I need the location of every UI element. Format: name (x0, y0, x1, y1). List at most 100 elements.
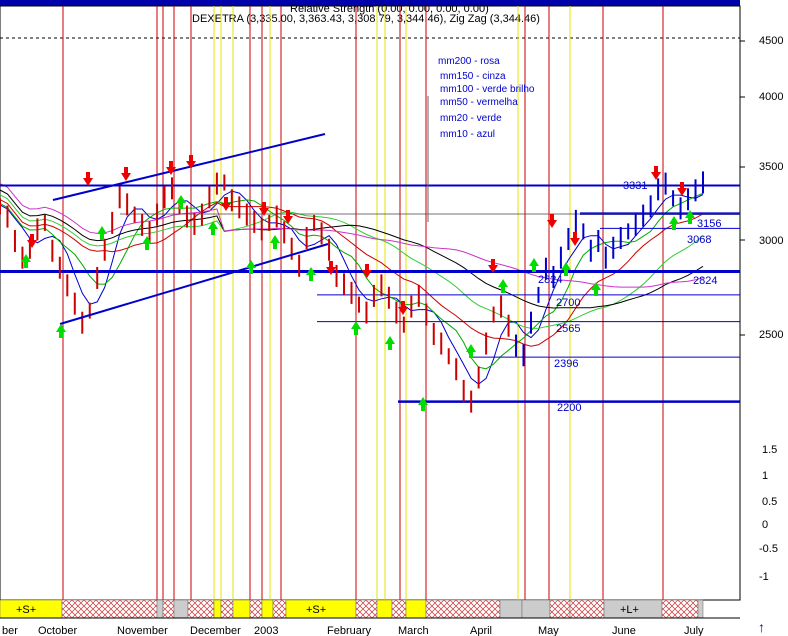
buy-arrow-icon (246, 260, 256, 268)
xtick-1: October (38, 625, 77, 636)
buy-arrow-shaft (532, 266, 536, 272)
x-axis: ber October November December 2003 Febru… (0, 617, 740, 636)
buy-arrow-shaft (100, 234, 104, 240)
level-label-2396: 2396 (554, 358, 578, 370)
signal-band-segment (156, 599, 164, 619)
signal-band-segment (661, 599, 699, 619)
buy-arrow-icon (270, 235, 280, 243)
signal-band-segment (232, 599, 251, 619)
ytick-3500: 3500 (759, 161, 783, 173)
signal-band-segment (173, 599, 189, 619)
ytick-4000: 4000 (759, 91, 783, 103)
scroll-up-arrow-icon[interactable]: ↑ (758, 619, 765, 635)
buy-arrow-shaft (501, 287, 505, 293)
signal-band-segment (213, 599, 222, 619)
buy-arrow-shaft (688, 218, 692, 224)
xtick-2: November (117, 625, 168, 636)
sell-arrow-icon (259, 208, 269, 216)
buy-arrow-icon (498, 279, 508, 287)
xtick-6: March (398, 625, 429, 636)
xtick-4: 2003 (254, 625, 278, 636)
sell-arrow-shaft (286, 210, 290, 216)
signal-band-segment (249, 599, 263, 619)
buy-arrow-shaft (179, 203, 183, 209)
sell-arrow-icon (27, 240, 37, 248)
signal-band-segment (549, 599, 571, 619)
sell-arrow-shaft (573, 232, 577, 238)
sell-arrow-shaft (654, 166, 658, 172)
buy-arrow-shaft (421, 405, 425, 411)
mm100-line (0, 194, 704, 329)
sell-arrow-shaft (550, 214, 554, 220)
sell-arrow-shaft (224, 197, 228, 203)
level-label-3331: 3331 (623, 180, 647, 192)
legend-item-mm10: mm10 - azul (440, 129, 495, 140)
chart-title: DEXETRA (3,335.00, 3,363.43, 3,308.79, 3… (192, 13, 540, 25)
xtick-8: May (538, 625, 559, 636)
xtick-5: February (327, 625, 372, 636)
signal-band-segment (391, 599, 407, 619)
signal-band-segment (187, 599, 215, 619)
buy-arrow-shaft (469, 352, 473, 358)
signal-band-segment (569, 599, 605, 619)
signal-band-segment (272, 599, 287, 619)
xtick-3: December (190, 625, 241, 636)
buy-arrow-shaft (672, 224, 676, 230)
level-label-2700: 2700 (556, 297, 580, 309)
upper-channel-line (52, 133, 326, 201)
buy-arrow-shaft (249, 268, 253, 274)
buy-arrow-icon (466, 344, 476, 352)
signal-band-segment (355, 599, 378, 619)
signal-label-3: +L+ (620, 604, 639, 616)
legend-item-mm50: mm50 - vermelha (440, 97, 518, 108)
buy-arrow-icon (351, 321, 361, 329)
mm20-line (0, 192, 704, 370)
xtick-7: April (470, 625, 492, 636)
level-labels: 3331 3156 3068 2824 2824 2700 2565 2396 … (538, 180, 721, 414)
sell-arrow-shaft (124, 167, 128, 173)
signal-band-segment (162, 599, 175, 619)
sell-arrow-shaft (365, 264, 369, 270)
stock-chart: Relative Strength (0.00, 0.00, 0.00, 0.0… (0, 0, 783, 636)
ytick-0.0: 0 (762, 519, 768, 531)
legend-item-mm200: mm200 - rosa (438, 56, 500, 67)
buy-arrow-shaft (211, 229, 215, 235)
level-label-2565: 2565 (556, 323, 580, 335)
price-axis: 4500 4000 3500 3000 2500 (740, 35, 783, 341)
price-level-lines (0, 184, 740, 403)
buy-arrow-shaft (273, 243, 277, 249)
xtick-10: July (684, 625, 704, 636)
buy-arrow-shaft (354, 329, 358, 335)
signal-band-segment (405, 599, 427, 619)
buy-arrow-icon (669, 216, 679, 224)
sell-arrow-icon (651, 172, 661, 180)
signal-band-segment (61, 599, 158, 619)
buy-arrow-icon (208, 221, 218, 229)
xtick-9: June (612, 625, 636, 636)
buy-arrow-shaft (594, 290, 598, 296)
ytick--0.5: -0.5 (759, 543, 778, 555)
signal-band-segment (220, 599, 234, 619)
ytick-1.0: 1 (762, 470, 768, 482)
level-label-3156: 3156 (697, 218, 721, 230)
signal-label-2: +S+ (306, 604, 326, 616)
sell-arrow-shaft (680, 182, 684, 188)
ytick-3000: 3000 (759, 235, 783, 247)
buy-arrow-icon (591, 282, 601, 290)
signal-label-1: +S+ (16, 604, 36, 616)
level-label-3068: 3068 (687, 234, 711, 246)
sell-arrow-shaft (30, 234, 34, 240)
ytick-0.5: 0.5 (762, 496, 777, 508)
sell-arrow-shaft (329, 261, 333, 267)
ytick-4500: 4500 (759, 35, 783, 47)
signal-arrows (21, 155, 695, 411)
signal-band-segment (376, 599, 393, 619)
legend: mm200 - rosa mm150 - cinza mm100 - verde… (438, 56, 535, 140)
sell-arrow-icon (121, 173, 131, 181)
indicator-axis: 1.5 1 0.5 0 -0.5 -1 (759, 444, 778, 583)
buy-arrow-shaft (145, 244, 149, 250)
buy-arrow-icon (529, 258, 539, 266)
buy-arrow-icon (97, 226, 107, 234)
buy-arrow-shaft (24, 262, 28, 268)
signal-band (0, 599, 704, 619)
